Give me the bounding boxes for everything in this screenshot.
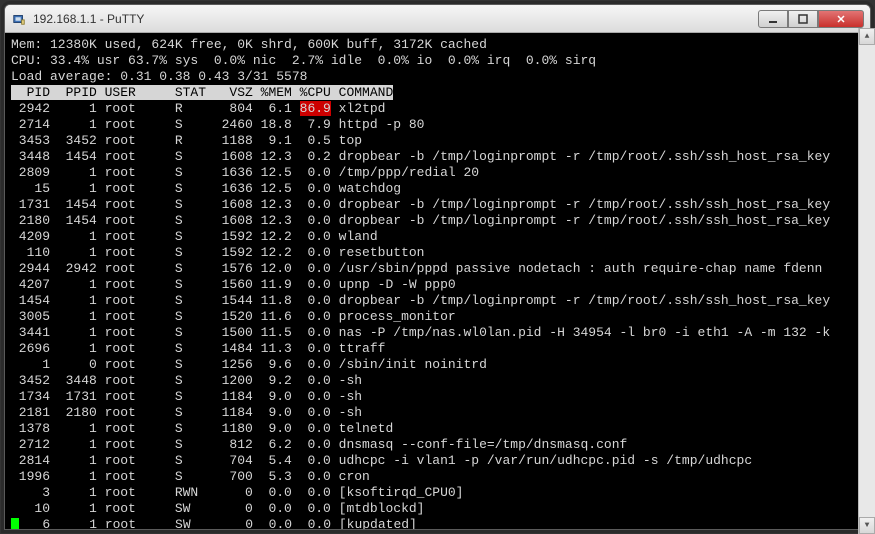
scroll-up-button[interactable]: ▲: [859, 28, 871, 45]
process-row: 1734 1731 root S 1184 9.0 0.0 -sh: [11, 389, 864, 405]
process-row: 1454 1 root S 1544 11.8 0.0 dropbear -b …: [11, 293, 864, 309]
vertical-scrollbar[interactable]: ▲ ▼: [858, 28, 871, 530]
cpu-line: CPU: 33.4% usr 63.7% sys 0.0% nic 2.7% i…: [11, 53, 864, 69]
process-row: 1378 1 root S 1180 9.0 0.0 telnetd: [11, 421, 864, 437]
process-row: 3453 3452 root R 1188 9.1 0.5 top: [11, 133, 864, 149]
putty-window: 192.168.1.1 - PuTTY Mem: 12380K used, 62…: [4, 4, 871, 530]
load-line: Load average: 0.31 0.38 0.43 3/31 5578: [11, 69, 864, 85]
process-row: 6 1 root SW 0 0.0 0.0 [kupdated]: [11, 517, 864, 529]
process-row: 2809 1 root S 1636 12.5 0.0 /tmp/ppp/red…: [11, 165, 864, 181]
process-row: 3005 1 root S 1520 11.6 0.0 process_moni…: [11, 309, 864, 325]
process-row: 3 1 root RWN 0 0.0 0.0 [ksoftirqd_CPU0]: [11, 485, 864, 501]
scroll-down-button[interactable]: ▼: [859, 517, 871, 530]
process-row: 110 1 root S 1592 12.2 0.0 resetbutton: [11, 245, 864, 261]
terminal-output[interactable]: Mem: 12380K used, 624K free, 0K shrd, 60…: [5, 33, 870, 529]
process-row: 3448 1454 root S 1608 12.3 0.2 dropbear …: [11, 149, 864, 165]
window-controls: [758, 10, 864, 28]
process-row: 2180 1454 root S 1608 12.3 0.0 dropbear …: [11, 213, 864, 229]
process-row: 2696 1 root S 1484 11.3 0.0 ttraff: [11, 341, 864, 357]
process-row: 10 1 root SW 0 0.0 0.0 [mtdblockd]: [11, 501, 864, 517]
process-row: 3441 1 root S 1500 11.5 0.0 nas -P /tmp/…: [11, 325, 864, 341]
putty-icon: [11, 11, 27, 27]
process-row: 1731 1454 root S 1608 12.3 0.0 dropbear …: [11, 197, 864, 213]
window-title: 192.168.1.1 - PuTTY: [33, 12, 758, 26]
titlebar[interactable]: 192.168.1.1 - PuTTY: [5, 5, 870, 33]
process-row: 3452 3448 root S 1200 9.2 0.0 -sh: [11, 373, 864, 389]
process-row: 1 0 root S 1256 9.6 0.0 /sbin/init noini…: [11, 357, 864, 373]
process-row: 2944 2942 root S 1576 12.0 0.0 /usr/sbin…: [11, 261, 864, 277]
close-button[interactable]: [818, 10, 864, 28]
process-row: 2814 1 root S 704 5.4 0.0 udhcpc -i vlan…: [11, 453, 864, 469]
process-row: 2181 2180 root S 1184 9.0 0.0 -sh: [11, 405, 864, 421]
cpu-highlight: 86.9: [300, 101, 331, 116]
process-row: 4209 1 root S 1592 12.2 0.0 wland: [11, 229, 864, 245]
process-row: 2714 1 root S 2460 18.8 7.9 httpd -p 80: [11, 117, 864, 133]
maximize-button[interactable]: [788, 10, 818, 28]
header-row: PID PPID USER STAT VSZ %MEM %CPU COMMAND: [11, 85, 864, 101]
process-row: 1996 1 root S 700 5.3 0.0 cron: [11, 469, 864, 485]
process-row: 2712 1 root S 812 6.2 0.0 dnsmasq --conf…: [11, 437, 864, 453]
process-row: 2942 1 root R 804 6.1 86.9 xl2tpd: [11, 101, 864, 117]
process-row: 15 1 root S 1636 12.5 0.0 watchdog: [11, 181, 864, 197]
minimize-button[interactable]: [758, 10, 788, 28]
scrollbar-track[interactable]: [859, 45, 871, 517]
cursor: [11, 518, 19, 529]
mem-line: Mem: 12380K used, 624K free, 0K shrd, 60…: [11, 37, 864, 53]
process-row: 4207 1 root S 1560 11.9 0.0 upnp -D -W p…: [11, 277, 864, 293]
